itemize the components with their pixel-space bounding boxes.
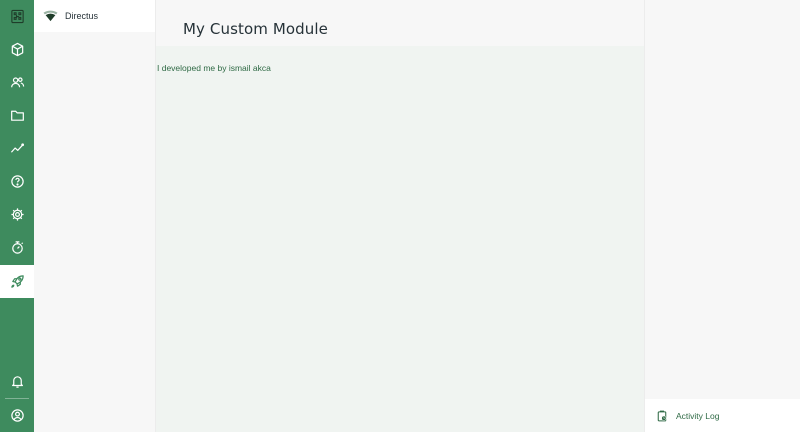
sidebar: Activity Log	[644, 0, 800, 432]
touch-icon[interactable]	[0, 231, 34, 264]
navigation-panel: Directus	[34, 0, 156, 432]
module-text: I developed me by ismail akca	[157, 63, 271, 73]
settings-icon[interactable]	[0, 198, 34, 231]
directus-logo-icon[interactable]	[0, 0, 34, 33]
box-icon[interactable]	[0, 33, 34, 66]
activity-log-icon	[656, 410, 668, 422]
page-title: My Custom Module	[183, 20, 328, 38]
activity-log-button[interactable]: Activity Log	[645, 399, 800, 432]
account-icon[interactable]	[0, 399, 34, 432]
rocket-icon[interactable]	[0, 265, 34, 298]
folder-icon[interactable]	[0, 99, 34, 132]
bell-icon[interactable]	[0, 365, 34, 398]
wifi-logo-icon	[43, 10, 58, 22]
activity-log-label: Activity Log	[676, 410, 720, 421]
project-header[interactable]: Directus	[34, 0, 155, 32]
help-icon[interactable]	[0, 165, 34, 198]
page-header: My Custom Module	[156, 0, 644, 46]
project-name: Directus	[65, 11, 99, 21]
main-content: I developed me by ismail akca	[156, 46, 644, 432]
users-icon[interactable]	[0, 66, 34, 99]
module-bar	[0, 0, 34, 432]
insights-icon[interactable]	[0, 132, 34, 165]
